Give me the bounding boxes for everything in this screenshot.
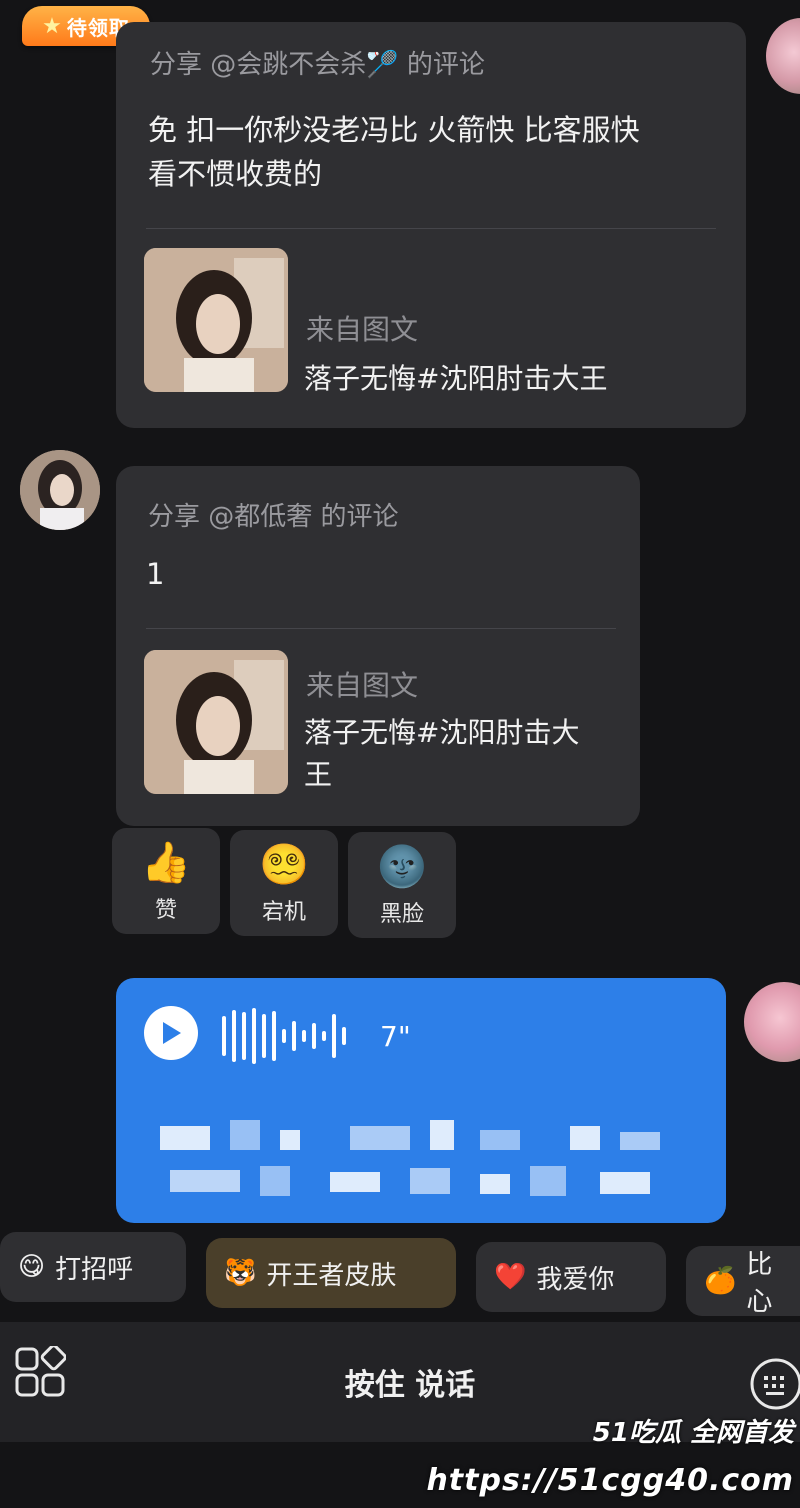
- quick-reply-love[interactable]: ❤️ 我爱你: [476, 1242, 666, 1312]
- reaction-like[interactable]: 👍 赞: [112, 828, 220, 934]
- play-button[interactable]: [144, 1006, 198, 1060]
- thumbs-up-icon: 👍: [141, 839, 191, 886]
- tiger-icon: 🐯: [224, 1258, 257, 1288]
- shared-comment-card-1[interactable]: 分享 @会跳不会杀🏸 的评论 免 扣一你秒没老冯比 火箭快 比客服快 看不惯收费…: [116, 22, 746, 428]
- post-thumbnail[interactable]: [144, 650, 288, 794]
- post-thumbnail[interactable]: [144, 248, 288, 392]
- source-title: 落子无悔#沈阳肘击大王: [304, 362, 608, 395]
- reaction-label: 宕机: [261, 899, 306, 925]
- reaction-label: 黑脸: [379, 901, 424, 927]
- play-icon: [163, 1022, 181, 1044]
- sender-portrait: [20, 450, 100, 530]
- pixelated-transcript: [150, 1120, 670, 1210]
- yum-face-icon: 😋: [18, 1252, 46, 1282]
- comment-text-line-1: 免 扣一你秒没老冯比 火箭快 比客服快: [148, 113, 640, 147]
- comment-text: 1: [146, 557, 165, 591]
- quick-reply-label: 我爱你: [536, 1264, 615, 1295]
- comment-text-line-2: 看不惯收费的: [148, 157, 323, 191]
- hold-to-talk-button[interactable]: 按住 说话: [320, 1360, 500, 1404]
- quick-reply-skin[interactable]: 🐯 开王者皮肤: [206, 1238, 456, 1308]
- keyboard-icon[interactable]: [748, 1356, 800, 1412]
- dark-moon-face-icon: 🌚: [377, 843, 427, 890]
- watermark-line-1: 51吃瓜 全网首发: [592, 1418, 794, 1448]
- apps-grid-icon[interactable]: [14, 1344, 67, 1398]
- avatar-self-top[interactable]: [766, 18, 800, 94]
- shared-comment-card-2[interactable]: 分享 @都低奢 的评论 1 来自图文 落子无悔#沈阳肘击大 王: [116, 466, 640, 826]
- voice-waveform: [222, 1008, 346, 1064]
- dizzy-face-icon: 😵‍💫: [259, 841, 309, 888]
- watermark: 51吃瓜 全网首发 https://51cgg40.com: [426, 1412, 794, 1498]
- reaction-dark-face[interactable]: 🌚 黑脸: [348, 832, 456, 938]
- divider: [146, 628, 616, 629]
- watermark-line-2: https://51cgg40.com: [426, 1463, 794, 1498]
- share-title: 分享 @会跳不会杀🏸 的评论: [150, 50, 485, 80]
- quick-reply-heart-hands[interactable]: 🍊 比心: [686, 1246, 800, 1317]
- divider: [146, 228, 716, 229]
- portrait-image: [144, 248, 288, 392]
- orange-icon: 🍊: [704, 1266, 737, 1296]
- source-title-line-1: 落子无悔#沈阳肘击大: [304, 716, 580, 749]
- quick-reply-label: 打招呼: [55, 1254, 134, 1285]
- reaction-label: 赞: [154, 897, 177, 923]
- voice-duration: 7": [380, 1020, 411, 1053]
- source-label: 来自图文: [306, 313, 419, 346]
- quick-reply-label: 比心: [746, 1250, 773, 1317]
- share-title: 分享 @都低奢 的评论: [148, 502, 399, 532]
- heart-icon: ❤️: [494, 1262, 527, 1292]
- avatar-sender[interactable]: [20, 450, 100, 530]
- portrait-image: [144, 650, 288, 794]
- source-label: 来自图文: [306, 669, 419, 702]
- avatar-self[interactable]: [744, 982, 800, 1062]
- star-icon: ★: [42, 13, 63, 39]
- reaction-crash[interactable]: 😵‍💫 宕机: [230, 830, 338, 936]
- quick-reply-greet[interactable]: 😋 打招呼: [0, 1232, 186, 1302]
- quick-reply-label: 开王者皮肤: [266, 1260, 397, 1291]
- source-title-line-2: 王: [304, 758, 333, 791]
